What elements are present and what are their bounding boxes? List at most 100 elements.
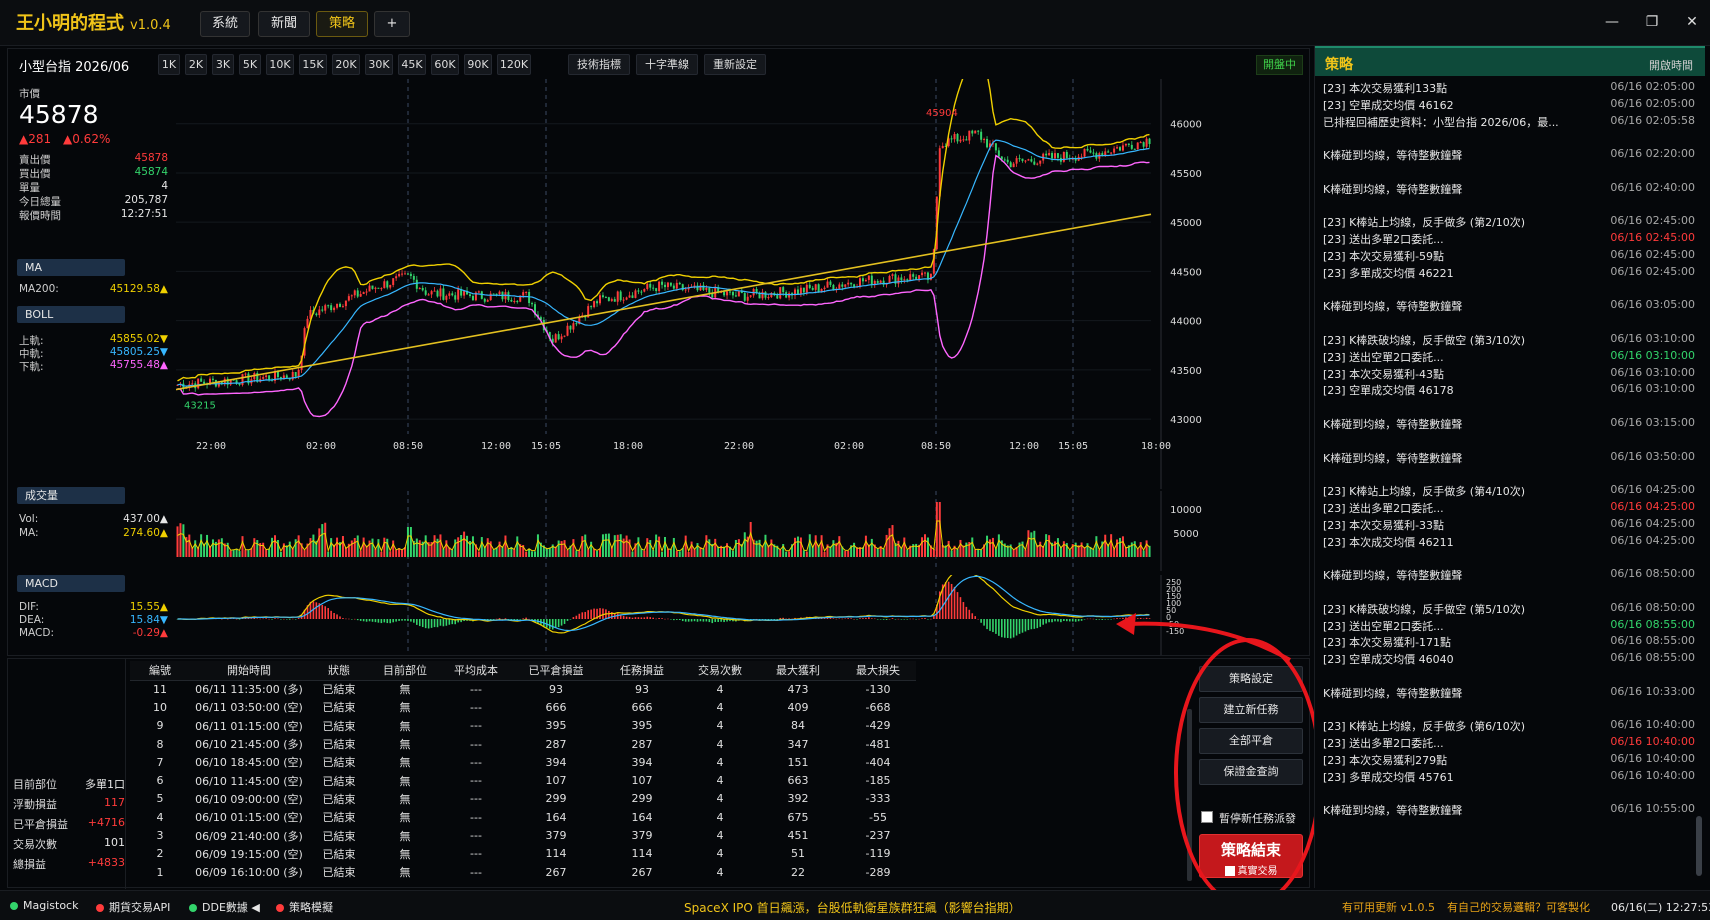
minimize-icon[interactable]: — [1601,11,1623,33]
volume-bar [1092,549,1095,557]
macd-hist-bar [250,618,253,619]
candle-body [522,292,525,296]
tab-add[interactable]: + [374,11,410,37]
volume-bar [312,534,315,557]
table-row[interactable]: 9 06/11 01:15:00 (空) 已結束 無 --- 395 395 4 84 -429 [130,717,916,735]
table-row[interactable]: 4 06/10 01:15:00 (空) 已結束 無 --- 164 164 4 675 -55 [130,808,916,826]
column-header[interactable]: 編號 [130,661,190,681]
table-cell: 3 [156,829,164,843]
time-axis-label: 18:00 [1141,441,1171,452]
table-cell: 無 [399,683,411,697]
status-label: Magistock [23,899,79,912]
table-row[interactable]: 6 06/10 11:45:00 (空) 已結束 無 --- 107 107 4 663 -185 [130,771,916,789]
volume-bar [584,534,587,557]
macd-hist-bar [398,619,400,621]
price-chart[interactable]: 46000 45500 45000 44500 44000 43500 43000 22:00… [176,79,1311,489]
volume-ma-line [177,520,1150,553]
period-button-10k[interactable]: 10K [266,54,294,75]
table-row[interactable]: 2 06/09 19:15:00 (空) 已結束 無 --- 114 114 4 51 -119 [130,845,916,863]
volume-chart[interactable]: 10000 5000 [176,491,1311,571]
volume-bar [229,550,232,557]
summary-value: +4833 [87,856,125,869]
volume-bar [714,538,717,557]
column-header[interactable]: 任務損益 [600,661,684,681]
column-header[interactable]: 狀態 [308,661,370,681]
period-button-2k[interactable]: 2K [185,54,207,75]
table-row[interactable]: 11 06/11 11:35:00 (多) 已結束 無 --- 93 93 4 473 -130 [130,680,916,698]
log-entry: [23] 空單成交均價 46162 06/16 02:05:00 [1323,97,1695,114]
table-cell: 409 [787,700,809,714]
column-header[interactable]: 平均成本 [440,661,512,681]
column-header[interactable]: 最大獲利 [756,661,840,681]
period-button-1k[interactable]: 1K [158,54,180,75]
macd-hist-bar [655,618,657,620]
volume-bar [986,535,989,557]
table-row[interactable]: 5 06/10 09:00:00 (空) 已結束 無 --- 299 299 4 392 -333 [130,790,916,808]
candle-body [655,288,658,292]
column-header[interactable]: 最大損失 [840,661,916,681]
period-button-15k[interactable]: 15K [299,54,327,75]
candle-body [554,334,557,343]
orders-header-row: 編號 開始時間 狀態 目前部位 平均成本 已平倉損益 任務損益 交易次數 最大獲利 最大損失 [130,661,916,681]
log-timestamp: 06/16 04:25:00 [1610,533,1695,547]
period-button-60k[interactable]: 60K [431,54,459,75]
candle-body [779,287,782,299]
candle-body [1048,152,1051,156]
log-scrollbar[interactable] [1696,816,1702,876]
tab-system[interactable]: 系統 [200,11,250,37]
macd-hist-bar [395,619,397,622]
period-button-5k[interactable]: 5K [239,54,261,75]
macd-hist-bar [593,608,595,619]
table-cell: 267 [631,865,653,879]
table-cell: 4 [716,719,724,733]
close-icon[interactable]: ✕ [1681,11,1703,33]
news-ticker[interactable]: SpaceX IPO 首日飆漲，台股低軌衛星族群狂飆（影響台指期） [684,899,1021,916]
macd-hist-bar [773,619,776,620]
update-link[interactable]: 有可用更新 v1.0.5 [1342,899,1435,915]
indicator-button[interactable]: 技術指標 [568,54,630,75]
volume-bar [327,551,330,557]
table-cell: 151 [787,755,809,769]
crosshair-button[interactable]: 十字準線 [636,54,698,75]
status-label: 期貨交易API [109,901,171,914]
candle-body [788,293,791,298]
candle-body [333,307,336,311]
custom-logic-link[interactable]: 有自己的交易邏輯？可客製化 [1447,899,1590,915]
macd-hist-bar [581,612,584,619]
period-button-20k[interactable]: 20K [332,54,360,75]
macd-hist-bar [859,618,861,619]
log-entry [1323,282,1695,299]
period-button-3k[interactable]: 3K [212,54,234,75]
period-button-120k[interactable]: 120K [497,54,531,75]
table-row[interactable]: 8 06/10 21:45:00 (多) 已結束 無 --- 287 287 4 347 -481 [130,735,916,753]
period-button-45k[interactable]: 45K [398,54,426,75]
macd-hist-bar [974,616,977,619]
candle-body [841,284,844,287]
period-button-30k[interactable]: 30K [365,54,393,75]
log-entry: [23] 本次交易獲利-33點 06/16 04:25:00 [1323,517,1695,534]
table-row[interactable]: 3 06/09 21:40:00 (多) 已結束 無 --- 379 379 4 451 -237 [130,826,916,844]
volume-bar [799,537,802,557]
volume-bar [1068,549,1071,557]
volume-bar [666,548,669,557]
volume-bar [796,536,799,557]
candle-body [268,375,271,380]
macd-hist-bar [1051,619,1053,623]
column-header[interactable]: 開始時間 [190,661,308,681]
column-header[interactable]: 已平倉損益 [512,661,600,681]
tab-strategy[interactable]: 策略 [316,11,368,37]
restore-icon[interactable]: ❐ [1641,11,1663,33]
table-row[interactable]: 7 06/10 18:45:00 (空) 已結束 無 --- 394 394 4 151 -404 [130,753,916,771]
candle-body [950,138,953,140]
table-row[interactable]: 1 06/09 16:10:00 (多) 已結束 無 --- 267 267 4 22 -289 [130,863,916,881]
log-open-time-label: 開啟時間 [1649,59,1693,72]
volume-bar [1133,541,1136,557]
period-button-90k[interactable]: 90K [464,54,492,75]
reset-button[interactable]: 重新設定 [704,54,766,75]
column-header[interactable]: 交易次數 [684,661,756,681]
time-axis-label: 12:00 [481,441,511,452]
candle-body [891,274,894,276]
column-header[interactable]: 目前部位 [370,661,440,681]
table-row[interactable]: 10 06/11 03:50:00 (空) 已結束 無 --- 666 666 4 409 -66… [130,698,916,716]
tab-news[interactable]: 新聞 [258,11,310,37]
